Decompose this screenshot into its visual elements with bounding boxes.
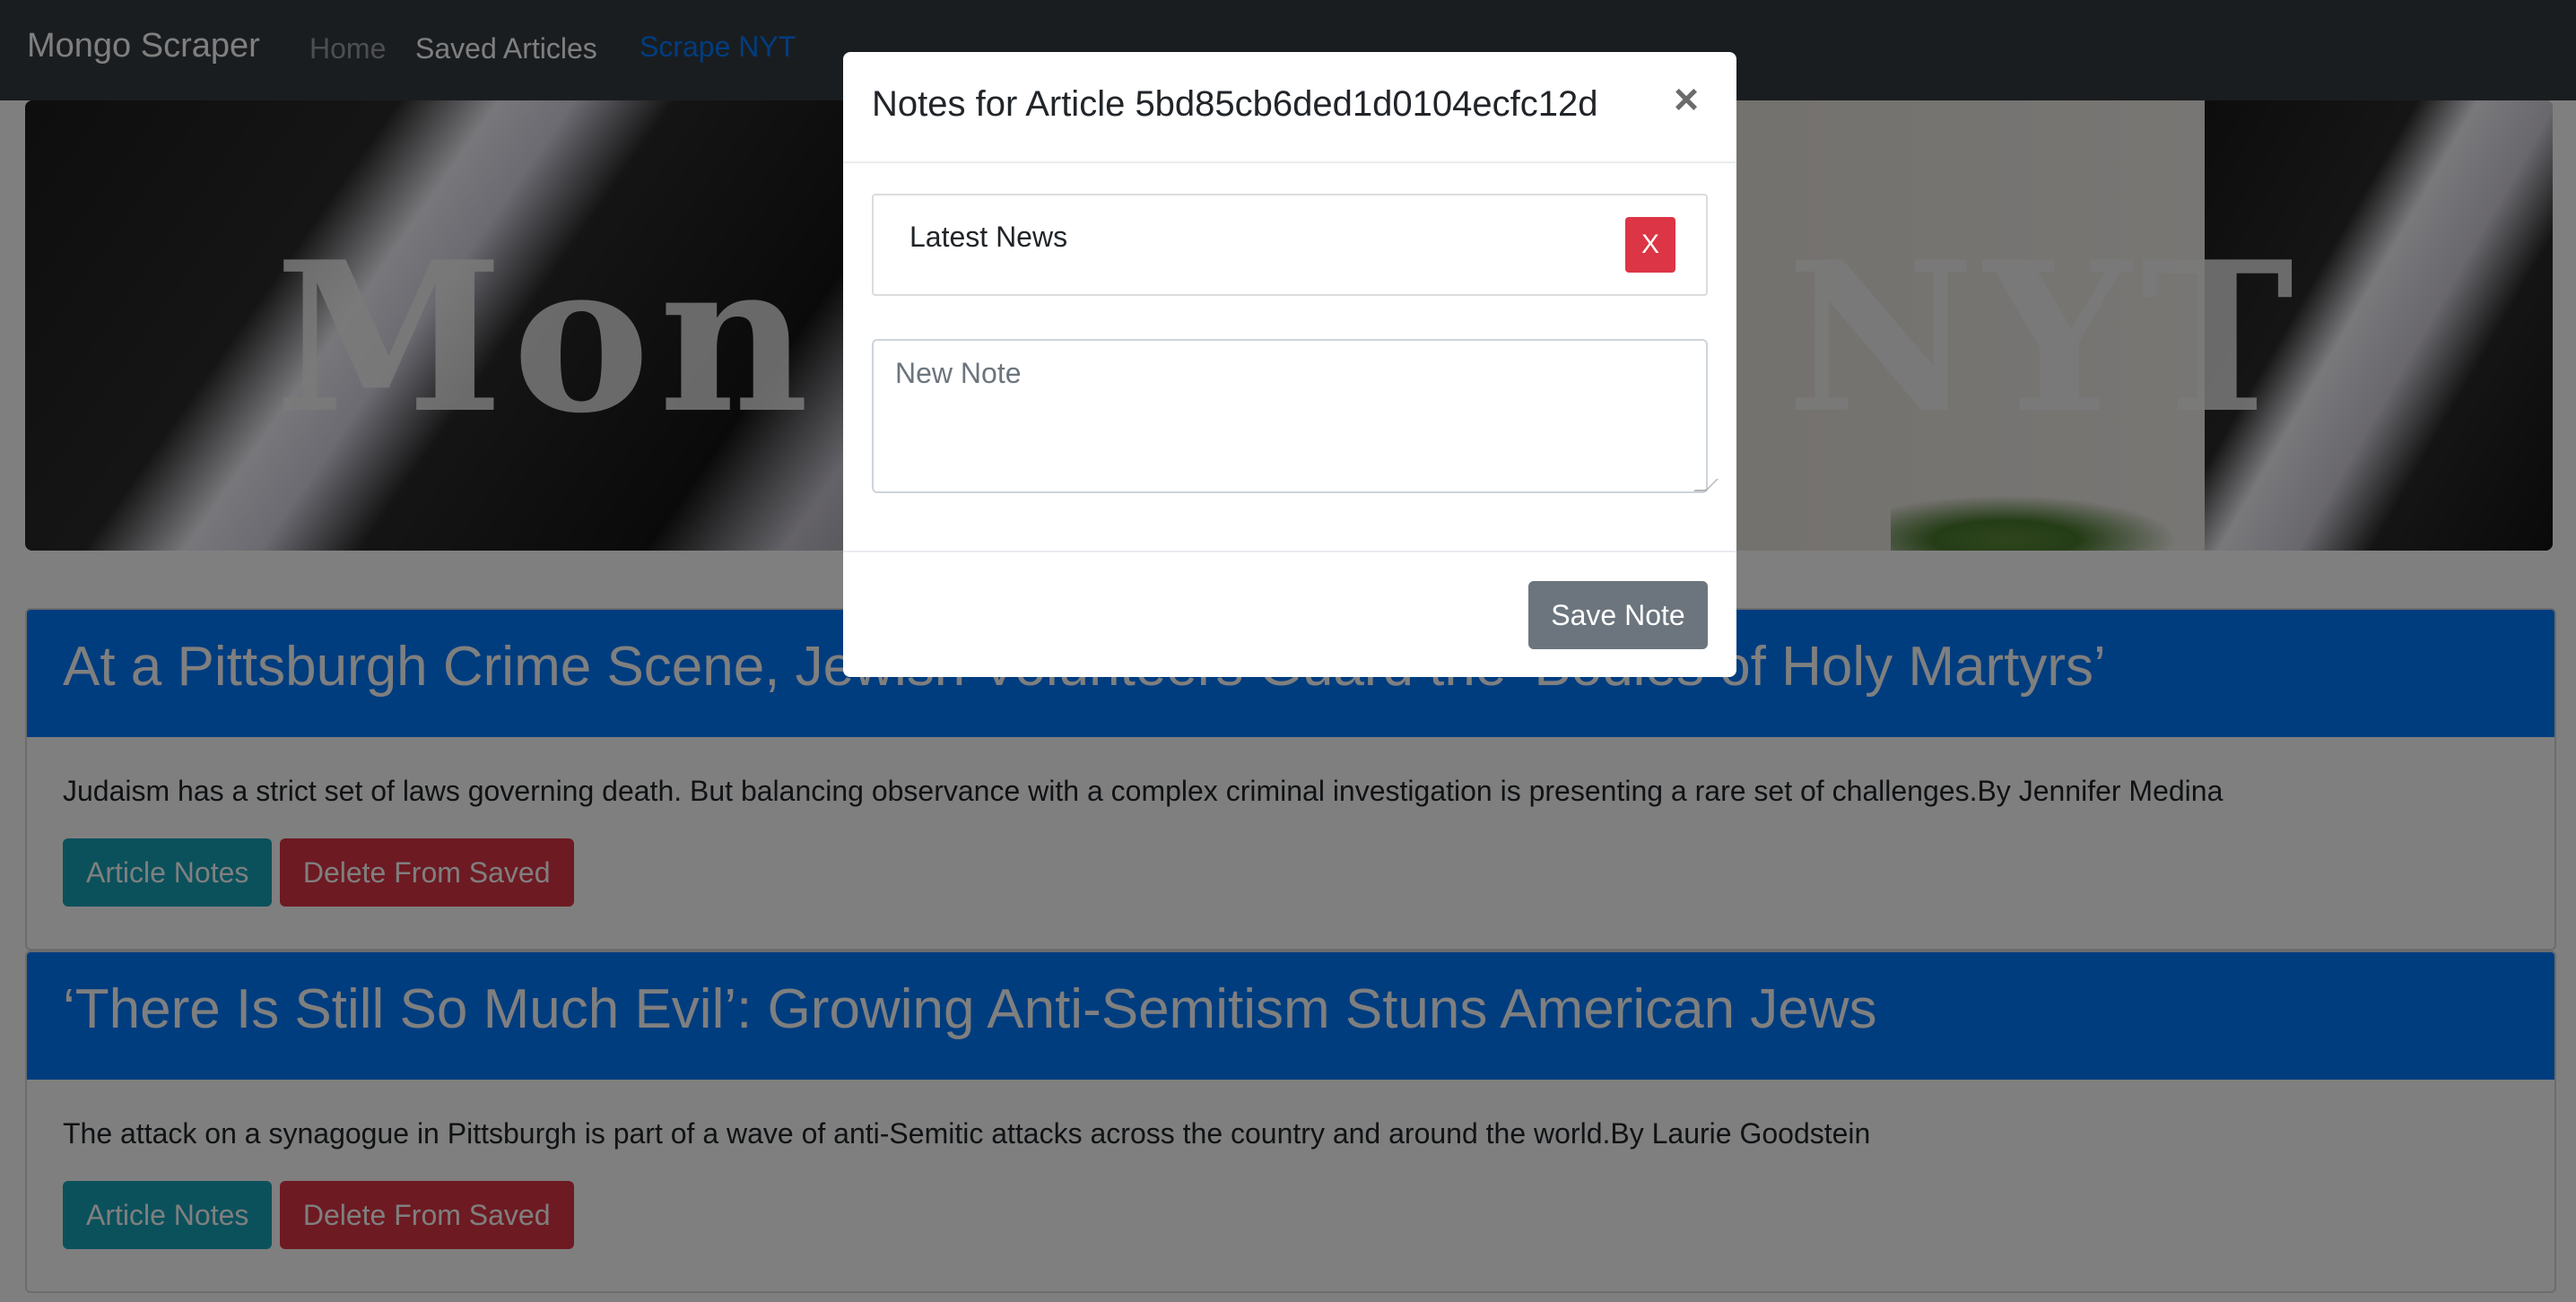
save-note-button[interactable]: Save Note: [1528, 581, 1708, 649]
modal-title: Notes for Article 5bd85cb6ded1d0104ecfc1…: [872, 84, 1598, 124]
note-item: Latest News X: [872, 194, 1708, 296]
new-note-input[interactable]: [872, 339, 1708, 493]
notes-modal: Notes for Article 5bd85cb6ded1d0104ecfc1…: [843, 52, 1736, 677]
close-icon[interactable]: ×: [1674, 79, 1699, 122]
delete-note-button[interactable]: X: [1625, 217, 1675, 273]
note-text: Latest News: [909, 221, 1068, 253]
modal-header: Notes for Article 5bd85cb6ded1d0104ecfc1…: [843, 52, 1736, 163]
modal-footer-divider: [843, 551, 1736, 552]
